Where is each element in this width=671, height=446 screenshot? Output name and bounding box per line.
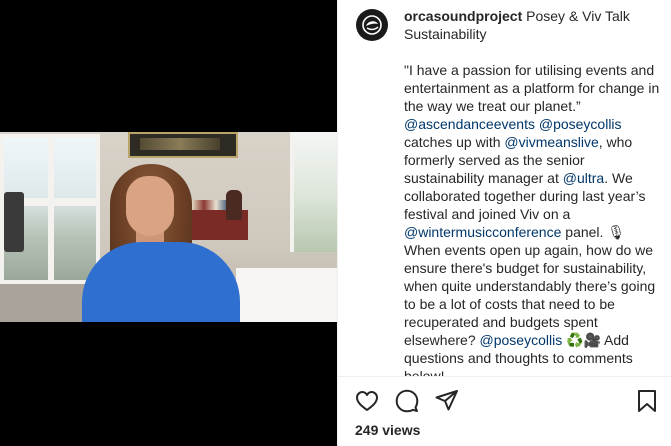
video-window-right <box>290 132 337 252</box>
post-username[interactable]: orcasoundproject <box>404 8 522 24</box>
caption-scroll-area[interactable]: orcasoundproject Posey & Viv Talk Sustai… <box>338 0 671 376</box>
heart-icon[interactable] <box>354 388 380 414</box>
divider <box>338 376 671 377</box>
post-caption: orcasoundproject Posey & Viv Talk Sustai… <box>404 7 664 376</box>
video-desk <box>236 268 337 322</box>
comment-bubble-icon[interactable] <box>394 388 420 414</box>
mention-link[interactable]: @vivmeanslive <box>504 134 598 150</box>
mention-link[interactable]: @ultra <box>563 170 604 186</box>
caption-body: Posey & Viv Talk Sustainability "I have … <box>404 8 663 376</box>
views-count[interactable]: 249 views <box>355 422 420 438</box>
bookmark-icon[interactable] <box>634 388 660 414</box>
caption-text: panel. 🎙 When events open up again, how … <box>404 224 660 348</box>
post-media[interactable] <box>0 0 337 446</box>
paper-plane-icon[interactable] <box>434 388 460 414</box>
video-frame[interactable] <box>0 132 337 322</box>
video-person-body <box>82 242 240 322</box>
mention-link[interactable]: @wintermusicconference <box>404 224 561 240</box>
mention-link[interactable]: @poseycollis <box>539 116 622 132</box>
video-painting <box>128 132 238 158</box>
orca-sound-logo-icon[interactable] <box>356 9 388 41</box>
mention-link[interactable]: @ascendanceevents <box>404 116 535 132</box>
video-chair <box>4 192 24 252</box>
action-bar <box>338 384 671 418</box>
video-lamp <box>226 190 242 220</box>
post-side-panel: orcasoundproject Posey & Viv Talk Sustai… <box>337 0 671 446</box>
mention-link[interactable]: @poseycollis <box>480 332 563 348</box>
video-person-face <box>126 176 174 236</box>
